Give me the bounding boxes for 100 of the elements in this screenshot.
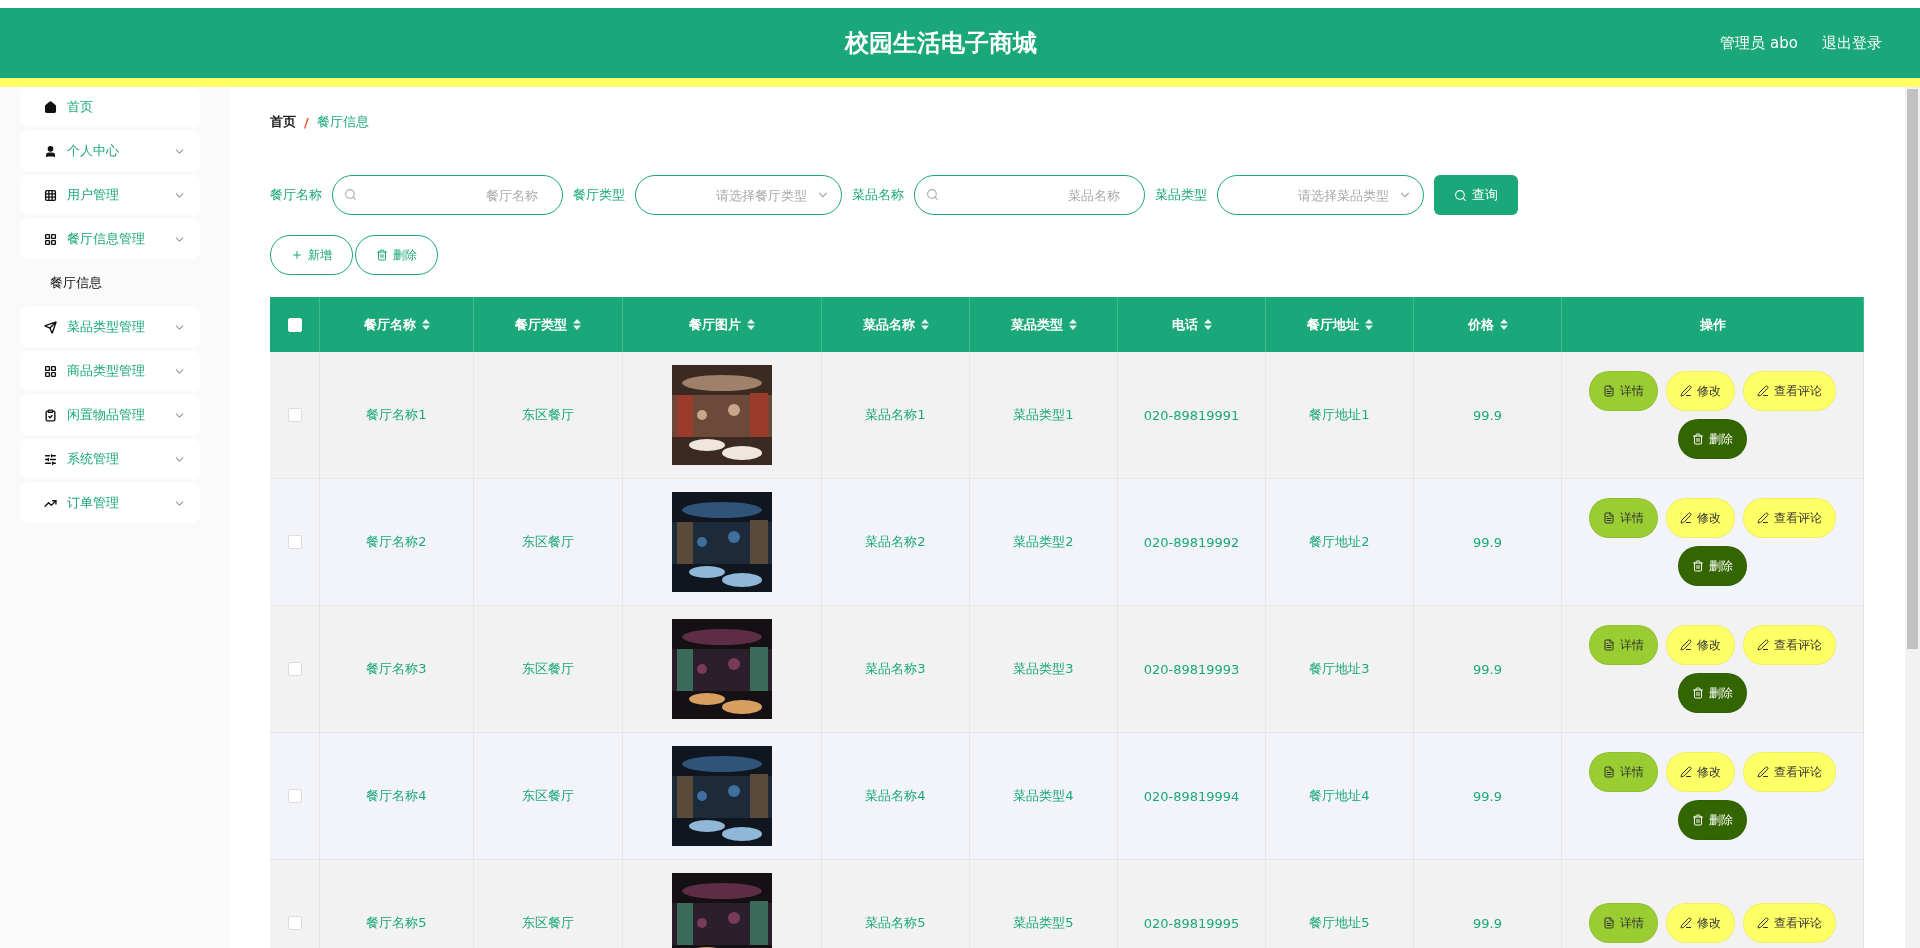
- sidebar-item[interactable]: 订单管理: [20, 483, 200, 523]
- table-cell: 餐厅名称3: [366, 660, 427, 678]
- sidebar-item[interactable]: 闲置物品管理: [20, 395, 200, 435]
- table-cell: 东区餐厅: [522, 533, 574, 551]
- breadcrumb-item[interactable]: 首页: [270, 113, 296, 131]
- checkbox[interactable]: [287, 662, 302, 676]
- table-cell: 99.9: [1473, 788, 1502, 804]
- document-icon: [1603, 766, 1615, 778]
- grid-icon: [44, 232, 57, 246]
- search-field[interactable]: 餐厅名称: [332, 175, 563, 215]
- trash-icon: [1692, 814, 1704, 826]
- table-cell: 菜品名称5: [865, 914, 926, 932]
- sidebar-item[interactable]: 个人中心: [20, 131, 200, 171]
- home-icon: [44, 100, 57, 114]
- table-cell: 020-89819991: [1143, 407, 1240, 423]
- table-cell: 020-89819992: [1143, 534, 1240, 550]
- column-header[interactable]: 操作: [1562, 297, 1864, 352]
- select-field[interactable]: 请选择餐厅类型: [635, 175, 842, 215]
- detail-button[interactable]: 详情: [1589, 903, 1658, 943]
- table-cell: 菜品名称3: [865, 660, 926, 678]
- delete-button[interactable]: 删除: [1678, 419, 1747, 459]
- scrollbar[interactable]: [1905, 87, 1920, 948]
- table-cell: 东区餐厅: [522, 914, 574, 932]
- pen-icon: [1757, 512, 1769, 524]
- sidebar-item[interactable]: 餐厅信息管理: [20, 219, 200, 259]
- comments-button[interactable]: 查看评论: [1743, 752, 1836, 792]
- column-header[interactable]: 菜品名称: [822, 297, 970, 352]
- sort-icon[interactable]: [1203, 319, 1212, 330]
- delete-button[interactable]: 删除: [1678, 546, 1747, 586]
- edit-button[interactable]: 修改: [1666, 371, 1735, 411]
- sidebar-item[interactable]: 用户管理: [20, 175, 200, 215]
- table-cell: 餐厅地址4: [1309, 787, 1370, 805]
- checkbox[interactable]: [287, 789, 302, 803]
- sort-icon[interactable]: [920, 319, 929, 330]
- table-cell: 菜品类型2: [1013, 533, 1074, 551]
- edit-button[interactable]: 修改: [1666, 752, 1735, 792]
- document-icon: [1603, 385, 1615, 397]
- edit-button[interactable]: 修改: [1666, 625, 1735, 665]
- column-header[interactable]: 电话: [1118, 297, 1266, 352]
- table-cell: 020-89819993: [1143, 661, 1240, 677]
- comments-button[interactable]: 查看评论: [1743, 625, 1836, 665]
- column-header[interactable]: 餐厅名称: [320, 297, 474, 352]
- checkbox[interactable]: [287, 408, 302, 422]
- column-header[interactable]: 餐厅图片: [623, 297, 822, 352]
- select-field[interactable]: 请选择菜品类型: [1217, 175, 1424, 215]
- breadcrumb-separator: /: [304, 114, 309, 130]
- table-cell: 菜品类型3: [1013, 660, 1074, 678]
- comments-button[interactable]: 查看评论: [1743, 498, 1836, 538]
- clipboard-icon: [44, 408, 57, 422]
- pen-icon: [1680, 512, 1692, 524]
- delete-button[interactable]: 删除: [1678, 800, 1747, 840]
- detail-button[interactable]: 详情: [1589, 625, 1658, 665]
- checkbox[interactable]: [287, 916, 302, 930]
- delete-button[interactable]: 删除: [1678, 673, 1747, 713]
- pen-icon: [1680, 766, 1692, 778]
- table-cell: 菜品类型1: [1013, 406, 1074, 424]
- comments-button[interactable]: 查看评论: [1743, 371, 1836, 411]
- table-cell: 020-89819994: [1143, 788, 1240, 804]
- edit-button[interactable]: 修改: [1666, 498, 1735, 538]
- breadcrumb-item[interactable]: 餐厅信息: [316, 113, 369, 131]
- sidebar-item[interactable]: 系统管理: [20, 439, 200, 479]
- user-name: 管理员 abo: [1720, 33, 1798, 53]
- sort-icon[interactable]: [747, 319, 755, 330]
- column-header[interactable]: 餐厅类型: [474, 297, 623, 352]
- pen-icon: [1757, 917, 1769, 929]
- edit-button[interactable]: 修改: [1666, 903, 1735, 943]
- sidebar-item[interactable]: 商品类型管理: [20, 351, 200, 391]
- document-icon: [1603, 512, 1615, 524]
- sort-icon[interactable]: [421, 319, 430, 330]
- detail-button[interactable]: 详情: [1589, 752, 1658, 792]
- logout-link[interactable]: 退出登录: [1822, 33, 1882, 53]
- site-title: 校园生活电子商城: [845, 28, 1037, 59]
- search-field[interactable]: 菜品名称: [914, 175, 1145, 215]
- sort-icon[interactable]: [1499, 319, 1508, 330]
- sort-icon[interactable]: [573, 319, 581, 330]
- trash-icon: [1692, 560, 1704, 572]
- comments-button[interactable]: 查看评论: [1743, 903, 1836, 943]
- delete-button[interactable]: 删除: [355, 235, 438, 275]
- query-button[interactable]: 查询: [1434, 175, 1518, 215]
- trash-icon: [1692, 687, 1704, 699]
- table-cell: 99.9: [1473, 407, 1502, 423]
- document-icon: [1603, 917, 1615, 929]
- detail-button[interactable]: 详情: [1589, 498, 1658, 538]
- sidebar-item[interactable]: 首页: [20, 87, 200, 127]
- sidebar-subitem[interactable]: 餐厅信息: [20, 263, 200, 303]
- table-cell: 菜品名称2: [865, 533, 926, 551]
- sort-icon[interactable]: [1364, 319, 1373, 330]
- column-header[interactable]: 价格: [1414, 297, 1562, 352]
- search-icon: [1454, 188, 1467, 202]
- add-button[interactable]: 新增: [270, 235, 353, 275]
- sidebar-item[interactable]: 菜品类型管理: [20, 307, 200, 347]
- pen-icon: [1757, 766, 1769, 778]
- pen-icon: [1680, 917, 1692, 929]
- detail-button[interactable]: 详情: [1589, 371, 1658, 411]
- sliders-icon: [44, 452, 57, 466]
- sort-icon[interactable]: [1068, 319, 1077, 330]
- column-header[interactable]: 餐厅地址: [1266, 297, 1414, 352]
- grid-icon: [44, 364, 57, 378]
- column-header[interactable]: 菜品类型: [970, 297, 1118, 352]
- checkbox[interactable]: [287, 535, 302, 549]
